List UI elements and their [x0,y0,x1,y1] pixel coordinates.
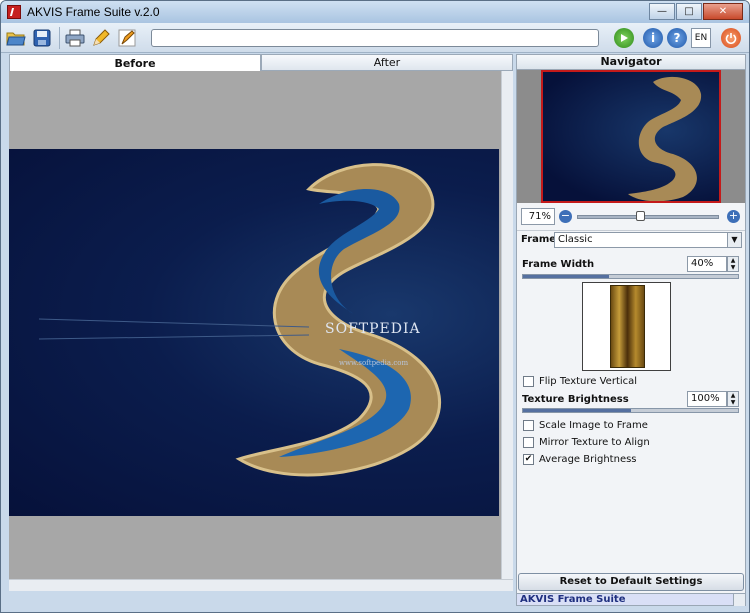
play-icon [621,34,628,42]
frame-select[interactable]: Classic ▼ [554,232,742,248]
texture-brightness-slider[interactable] [522,408,739,413]
texture-brightness-slider-fill [523,409,631,412]
language-button[interactable]: EN [691,28,711,48]
frame-width-slider-fill [523,275,609,278]
save-disk-icon [33,29,51,46]
frame-select-value: Classic [558,234,593,245]
footer-scrollbar[interactable] [733,594,745,606]
island-shape [38,163,442,477]
print-button[interactable] [64,27,86,49]
pencil-icon [93,28,110,46]
open-folder-icon [6,32,26,45]
frame-row: Frame Classic ▼ [517,230,745,248]
mirror-texture-label: Mirror Texture to Align [539,437,650,448]
zoom-slider[interactable] [577,211,719,221]
main-toolbar: i ? EN [1,23,749,53]
window-title: AKVIS Frame Suite v.2.0 [27,5,160,19]
power-icon [725,33,737,44]
info-icon: i [650,31,656,45]
island-photo: SOFTPEDIA www.softpedia.com [9,149,499,516]
footer-label: AKVIS Frame Suite [520,594,626,605]
texture-brightness-field[interactable]: 100% [687,391,727,407]
texture-swatch [610,285,645,368]
scale-image-checkbox[interactable] [523,420,534,431]
flip-texture-checkbox[interactable] [523,376,534,387]
tab-before[interactable]: Before [9,54,261,71]
navigator-viewport[interactable] [541,70,721,203]
save-button[interactable] [31,27,53,49]
settings-panel: Navigator 71% − + Frame Classic ▼ Frame … [516,54,746,606]
minus-icon: − [560,209,571,222]
plus-icon: + [728,209,739,222]
navigator-island-thumb [628,76,702,202]
brush-button[interactable] [116,27,138,49]
scale-image-label: Scale Image to Frame [539,420,648,431]
horizontal-scrollbar[interactable] [9,579,513,591]
navigator-title: Navigator [517,55,745,70]
title-bar: AKVIS Frame Suite v.2.0 — □ ✕ [1,1,749,23]
dropdown-arrow-icon[interactable]: ▼ [727,233,741,247]
frame-label: Frame [521,234,557,245]
info-button[interactable]: i [643,28,663,48]
maximize-button[interactable]: □ [676,3,702,20]
minimize-button[interactable]: — [649,3,675,20]
vertical-scrollbar[interactable] [501,71,513,579]
run-button[interactable] [614,28,634,48]
window-controls: — □ ✕ [648,3,743,20]
zoom-slider-thumb[interactable] [636,211,645,221]
zoom-out-button[interactable]: − [559,210,572,223]
zoom-field[interactable]: 71% [521,208,555,225]
power-button[interactable] [721,28,741,48]
texture-brightness-label: Texture Brightness [522,394,629,405]
frame-width-field[interactable]: 40% [687,256,727,272]
zoom-row: 71% − + [517,207,745,227]
toolbar-separator [59,26,60,49]
progress-bar [151,29,599,47]
brush-icon [118,29,136,46]
navigator-preview[interactable] [517,70,745,203]
flip-texture-label: Flip Texture Vertical [539,376,638,387]
texture-preview[interactable] [582,282,671,371]
mirror-texture-checkbox[interactable] [523,437,534,448]
frame-width-label: Frame Width [522,259,595,270]
watermark-url: www.softpedia.com [339,359,409,367]
help-button[interactable]: ? [667,28,687,48]
printer-icon [65,29,85,46]
watermark-text: SOFTPEDIA [325,321,421,337]
average-brightness-checkbox[interactable]: ✔ [523,454,534,465]
zoom-in-button[interactable]: + [727,210,740,223]
open-file-button[interactable] [5,27,27,49]
image-canvas[interactable]: SOFTPEDIA www.softpedia.com [9,71,513,591]
texture-brightness-spinner[interactable]: ▲ ▼ [727,391,739,407]
tab-after[interactable]: After [261,54,513,71]
view-tabs: Before After [9,54,513,71]
akvis-logo-icon [7,5,21,19]
reset-defaults-button[interactable]: Reset to Default Settings [518,573,744,591]
footer-bar: AKVIS Frame Suite [517,593,745,606]
frame-width-slider[interactable] [522,274,739,279]
average-brightness-label: Average Brightness [539,454,637,465]
frame-width-spinner[interactable]: ▲ ▼ [727,256,739,272]
help-icon: ? [673,31,681,45]
app-window: AKVIS Frame Suite v.2.0 — □ ✕ i ? EN Bef… [0,0,750,613]
close-button[interactable]: ✕ [703,3,743,20]
edit-frame-button[interactable] [90,27,112,49]
